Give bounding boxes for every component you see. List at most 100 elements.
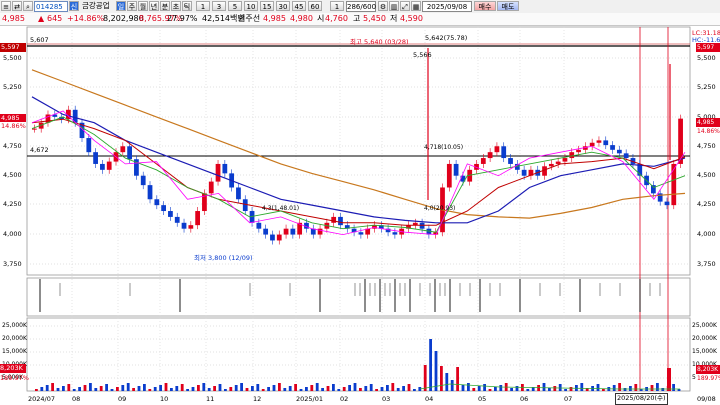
left-mid-annotation: 4,3(1,48.01) — [262, 205, 300, 212]
date-axis-label: 03 — [382, 395, 391, 403]
volume-bar — [440, 366, 443, 391]
candle — [290, 228, 296, 235]
volume-bar — [283, 388, 287, 391]
volume-bar — [78, 387, 81, 391]
volume-bar — [548, 388, 551, 391]
line-4672-label: 4,672 — [30, 146, 49, 154]
volume-bar — [67, 384, 71, 391]
volume-bar — [45, 385, 49, 391]
volume-bar — [202, 383, 206, 391]
volume-bar — [456, 367, 459, 391]
volume-bar — [251, 386, 254, 391]
volume-bar — [467, 383, 470, 391]
volume-bar — [564, 389, 567, 391]
volume-bar — [143, 384, 146, 391]
candle — [569, 152, 575, 159]
volume-bar — [429, 339, 432, 391]
volume-bar — [472, 388, 476, 391]
candle — [664, 201, 670, 206]
volume-bar — [245, 388, 249, 391]
line-5607-label: 5,607 — [30, 36, 49, 44]
volume-bar — [137, 386, 141, 391]
candle — [508, 158, 513, 164]
volume-bar — [170, 388, 173, 391]
candle — [671, 163, 677, 206]
volume-bar — [191, 387, 195, 391]
volume-axis-right-tick: 25,000K — [692, 322, 717, 329]
date-axis-label: 02 — [340, 395, 349, 403]
candle — [154, 199, 160, 206]
date-axis-label: 08 — [72, 395, 81, 403]
peak-annotation: 5,642(75.78) — [425, 34, 468, 42]
volume-bar — [207, 388, 211, 391]
price-axis-right-tick: 5,500 — [697, 54, 716, 62]
volume-bar — [618, 383, 621, 391]
volume-bar — [218, 384, 222, 391]
candle — [623, 153, 629, 159]
price-axis-right-tick: 4,250 — [697, 200, 716, 208]
ma60-line — [31, 118, 686, 226]
candle — [276, 234, 282, 241]
volume-axis-left-tick: 15,000K — [2, 348, 27, 355]
candle — [521, 169, 527, 176]
volume-bar — [99, 386, 103, 391]
ma20-line — [31, 116, 686, 233]
volume-bar — [310, 385, 314, 391]
volume-bar — [116, 387, 119, 391]
price-chart[interactable] — [0, 0, 720, 404]
date-axis-label: 12 — [253, 395, 262, 403]
volume-bar — [321, 388, 324, 391]
close-price-tag: 4,985 — [696, 118, 720, 127]
candle — [358, 232, 364, 235]
volume-bar — [272, 385, 276, 391]
candle — [392, 232, 398, 235]
volume-bar — [213, 386, 216, 391]
volume-bar — [596, 384, 600, 391]
volume-bar — [423, 365, 427, 391]
volume-bar — [148, 389, 152, 391]
volume-bar — [553, 386, 557, 391]
date-axis-label: 07 — [564, 395, 573, 403]
volume-bar — [488, 389, 492, 391]
volume-bar — [240, 383, 243, 391]
volume-bar — [515, 386, 519, 391]
volume-bar — [483, 384, 486, 391]
volume-bar — [261, 389, 265, 391]
peak-low-annotation: 5,566 — [413, 51, 432, 59]
volume-bar — [359, 388, 362, 391]
candle — [453, 163, 459, 176]
candle — [195, 211, 201, 226]
volume-bar — [445, 373, 449, 391]
price-axis-left-tick: 3,750 — [3, 260, 22, 268]
date-axis-label: 06 — [520, 395, 529, 403]
date-axis-label: 2025/01 — [296, 395, 324, 403]
candle — [181, 222, 187, 229]
candle — [100, 163, 105, 170]
candle — [548, 163, 554, 167]
volume-bar — [229, 387, 233, 391]
price-axis-right-tick: 4,500 — [697, 171, 716, 179]
volume-bar — [623, 388, 627, 391]
price-axis-right-tick: 5,250 — [697, 83, 716, 91]
left-volume-tag: 8,203K — [0, 364, 26, 373]
volume-pane — [26, 317, 691, 392]
volume-bar — [278, 383, 281, 391]
date-axis-label: 11 — [206, 395, 215, 403]
candle — [120, 146, 126, 153]
volume-bar — [672, 384, 675, 391]
volume-bar — [126, 383, 130, 391]
mid-annotation: 4,718(10.05) — [424, 144, 464, 151]
volume-bar — [602, 389, 605, 391]
volume-bar — [477, 386, 481, 391]
left-volume-pct: 189.97% — [0, 374, 29, 382]
volume-bar — [569, 387, 573, 391]
candle — [168, 211, 173, 217]
volume-bar — [494, 387, 497, 391]
volume-bar — [197, 385, 200, 391]
volume-bar — [402, 386, 405, 391]
left-pct-tag: 14.86% — [0, 122, 26, 131]
volume-bar — [337, 389, 341, 391]
price-axis-left-tick: 4,500 — [3, 171, 22, 179]
volume-bar — [656, 383, 659, 391]
volume-bar — [450, 380, 454, 391]
